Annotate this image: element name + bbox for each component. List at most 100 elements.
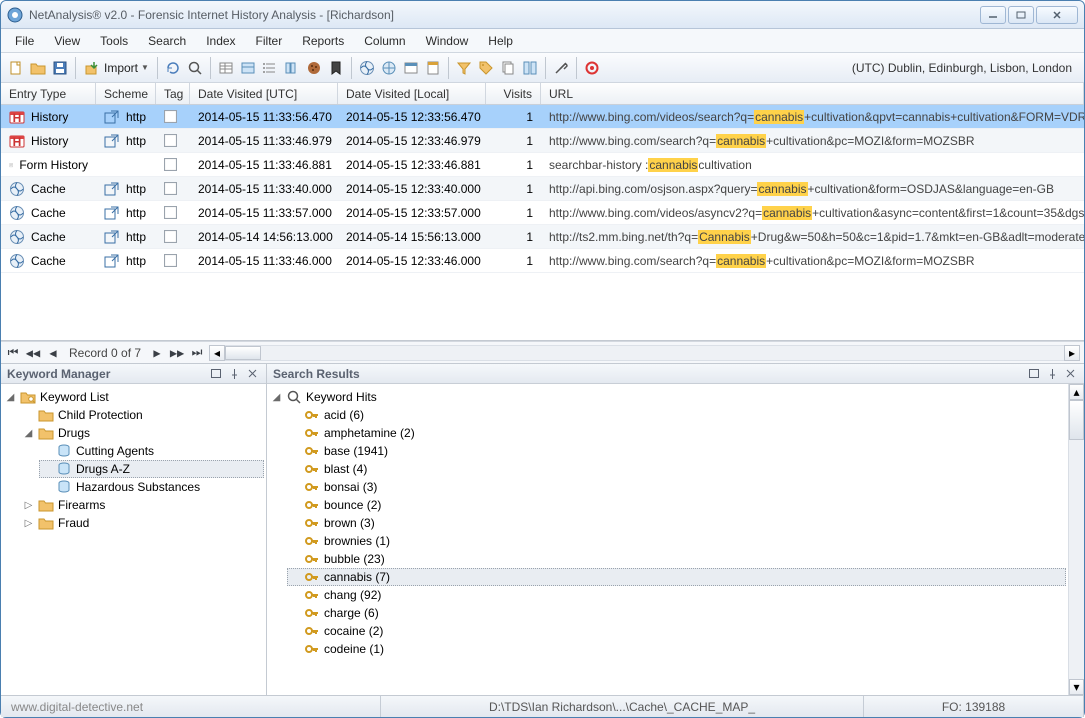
menu-view[interactable]: View <box>44 31 90 51</box>
nav-next-page[interactable]: ▶▶ <box>169 345 185 361</box>
filter-button[interactable] <box>453 57 475 79</box>
collapse-icon[interactable]: ◢ <box>5 392 16 403</box>
panel-window-icon[interactable] <box>1026 367 1042 381</box>
panel-close-icon[interactable] <box>244 367 260 381</box>
col-entry-type[interactable]: Entry Type <box>1 83 96 104</box>
hit-item[interactable]: charge (6) <box>287 604 1066 622</box>
tree-root[interactable]: ◢Keyword List <box>3 388 264 406</box>
tree-item[interactable]: Drugs A-Z <box>39 460 264 478</box>
table-row[interactable]: Cachehttp2014-05-14 14:56:13.0002014-05-… <box>1 225 1084 249</box>
maximize-button[interactable] <box>1008 6 1034 24</box>
table-row[interactable]: Cachehttp2014-05-15 11:33:46.0002014-05-… <box>1 249 1084 273</box>
new-button[interactable] <box>5 57 27 79</box>
tag-button[interactable] <box>475 57 497 79</box>
col-date-local[interactable]: Date Visited [Local] <box>338 83 486 104</box>
expand-icon[interactable]: ▷ <box>23 518 34 529</box>
cookie-button[interactable] <box>303 57 325 79</box>
menu-search[interactable]: Search <box>138 31 196 51</box>
search-button[interactable] <box>184 57 206 79</box>
tree-item[interactable]: Child Protection <box>21 406 264 424</box>
nav-first[interactable]: ⏮ <box>5 345 21 361</box>
grid-button[interactable] <box>215 57 237 79</box>
table-row[interactable]: Cachehttp2014-05-15 11:33:40.0002014-05-… <box>1 177 1084 201</box>
columns-button[interactable] <box>281 57 303 79</box>
panel-pin-icon[interactable] <box>1044 367 1060 381</box>
table-row[interactable]: Historyhttp2014-05-15 11:33:56.4702014-0… <box>1 105 1084 129</box>
table-row[interactable]: Form History2014-05-15 11:33:46.8812014-… <box>1 153 1084 177</box>
panel-pin-icon[interactable] <box>226 367 242 381</box>
hits-root[interactable]: ◢Keyword Hits <box>269 388 1066 406</box>
hit-item[interactable]: bonsai (3) <box>287 478 1066 496</box>
tools-button[interactable] <box>550 57 572 79</box>
tag-checkbox[interactable] <box>164 158 177 171</box>
nav-next[interactable]: ▶ <box>149 345 165 361</box>
menu-reports[interactable]: Reports <box>292 31 354 51</box>
window-button[interactable] <box>400 57 422 79</box>
import-button[interactable]: Import ▼ <box>80 57 153 79</box>
col-date-utc[interactable]: Date Visited [UTC] <box>190 83 338 104</box>
vertical-scrollbar[interactable]: ▴▾ <box>1068 384 1084 695</box>
hit-item[interactable]: blast (4) <box>287 460 1066 478</box>
table-row[interactable]: Cachehttp2014-05-15 11:33:57.0002014-05-… <box>1 201 1084 225</box>
stop-button[interactable] <box>581 57 603 79</box>
refresh-button[interactable] <box>162 57 184 79</box>
save-button[interactable] <box>49 57 71 79</box>
menu-index[interactable]: Index <box>196 31 245 51</box>
globe2-button[interactable] <box>378 57 400 79</box>
tag-checkbox[interactable] <box>164 206 177 219</box>
col-tag[interactable]: Tag <box>156 83 190 104</box>
menu-column[interactable]: Column <box>354 31 415 51</box>
hit-item[interactable]: brown (3) <box>287 514 1066 532</box>
hit-item[interactable]: brownies (1) <box>287 532 1066 550</box>
status-link[interactable]: www.digital-detective.net <box>1 696 381 717</box>
hit-item[interactable]: codeine (1) <box>287 640 1066 658</box>
table-row[interactable]: Historyhttp2014-05-15 11:33:46.9792014-0… <box>1 129 1084 153</box>
tag-checkbox[interactable] <box>164 182 177 195</box>
menu-file[interactable]: File <box>5 31 44 51</box>
tree-item[interactable]: ▷Firearms <box>21 496 264 514</box>
tree-item[interactable]: ◢Drugs <box>21 424 264 442</box>
hit-item[interactable]: amphetamine (2) <box>287 424 1066 442</box>
collapse-icon[interactable]: ◢ <box>23 428 34 439</box>
bookmark-button[interactable] <box>325 57 347 79</box>
world-button[interactable] <box>356 57 378 79</box>
hit-item[interactable]: chang (92) <box>287 586 1066 604</box>
panel-close-icon[interactable] <box>1062 367 1078 381</box>
list-button[interactable] <box>259 57 281 79</box>
collapse-icon[interactable]: ◢ <box>271 392 282 403</box>
tag-checkbox[interactable] <box>164 230 177 243</box>
col-scheme[interactable]: Scheme <box>96 83 156 104</box>
menu-filter[interactable]: Filter <box>246 31 293 51</box>
col-visits[interactable]: Visits <box>486 83 541 104</box>
close-button[interactable] <box>1036 6 1078 24</box>
hit-item[interactable]: base (1941) <box>287 442 1066 460</box>
tag-checkbox[interactable] <box>164 110 177 123</box>
nav-last[interactable]: ⏭ <box>189 345 205 361</box>
menu-help[interactable]: Help <box>478 31 523 51</box>
layout-button[interactable] <box>519 57 541 79</box>
nav-prev[interactable]: ◀ <box>45 345 61 361</box>
copy-button[interactable] <box>497 57 519 79</box>
tree-item[interactable]: ▷Fraud <box>21 514 264 532</box>
menu-window[interactable]: Window <box>416 31 479 51</box>
hit-item[interactable]: cocaine (2) <box>287 622 1066 640</box>
report-button[interactable] <box>422 57 444 79</box>
hit-item[interactable]: cannabis (7) <box>287 568 1066 586</box>
tag-checkbox[interactable] <box>164 134 177 147</box>
open-button[interactable] <box>27 57 49 79</box>
hit-item[interactable]: acid (6) <box>287 406 1066 424</box>
hit-item[interactable]: bubble (23) <box>287 550 1066 568</box>
tree-item[interactable]: Hazardous Substances <box>39 478 264 496</box>
expand-icon[interactable]: ▷ <box>23 500 34 511</box>
horizontal-scrollbar[interactable]: ◂▸ <box>209 345 1080 361</box>
tag-checkbox[interactable] <box>164 254 177 267</box>
panel-window-icon[interactable] <box>208 367 224 381</box>
detail-button[interactable] <box>237 57 259 79</box>
nav-prev-page[interactable]: ◀◀ <box>25 345 41 361</box>
url-cell: http://www.bing.com/videos/asyncv2?q=can… <box>541 206 1084 220</box>
menu-tools[interactable]: Tools <box>90 31 138 51</box>
col-url[interactable]: URL <box>541 83 1084 104</box>
hit-item[interactable]: bounce (2) <box>287 496 1066 514</box>
tree-item[interactable]: Cutting Agents <box>39 442 264 460</box>
minimize-button[interactable] <box>980 6 1006 24</box>
